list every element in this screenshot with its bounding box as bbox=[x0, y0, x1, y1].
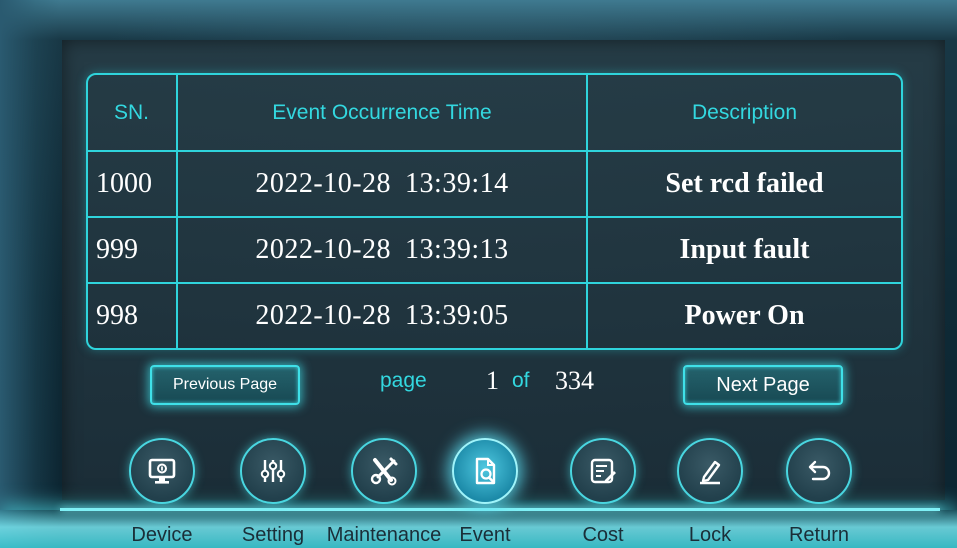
nav-event[interactable]: Event bbox=[445, 438, 525, 548]
cell-description: Set rcd failed bbox=[588, 152, 901, 218]
device-button[interactable] bbox=[129, 438, 195, 504]
return-arrow-icon bbox=[808, 460, 831, 481]
page-of-label: of bbox=[512, 369, 530, 392]
cell-description: Power On bbox=[684, 300, 805, 331]
cell-clock: 13:39:14 bbox=[405, 168, 509, 199]
page-label: page bbox=[380, 369, 427, 392]
table-header-row: SN. Event Occurrence Time Description bbox=[88, 75, 901, 152]
cell-date: 2022-10-28 bbox=[255, 168, 392, 199]
current-page-number: 1 bbox=[486, 366, 499, 395]
total-pages: 334 bbox=[555, 366, 594, 395]
cell-time: 2022-10-28 13:39:13 bbox=[178, 218, 588, 284]
cell-sn: 999 bbox=[88, 218, 178, 284]
sliders-icon bbox=[260, 460, 286, 482]
nav-lock[interactable]: Lock bbox=[670, 438, 750, 548]
document-search-icon bbox=[475, 457, 496, 485]
next-page-button[interactable]: Next Page bbox=[683, 365, 843, 405]
cell-description: Input fault bbox=[588, 218, 901, 284]
cell-clock: 13:39:13 bbox=[405, 234, 509, 265]
setting-button[interactable] bbox=[240, 438, 306, 504]
nav-setting[interactable]: Setting bbox=[233, 438, 313, 548]
return-button[interactable] bbox=[786, 438, 852, 504]
cell-time: 2022-10-28 13:39:05 bbox=[178, 284, 588, 348]
header-event-time: Event Occurrence Time bbox=[178, 75, 588, 152]
monitor-icon bbox=[148, 458, 176, 484]
maintenance-button[interactable] bbox=[351, 438, 417, 504]
nav-cost[interactable]: Cost bbox=[563, 438, 643, 548]
cell-sn: 998 bbox=[88, 284, 178, 348]
cell-time: 2022-10-28 13:39:14 bbox=[178, 152, 588, 218]
event-table: SN. Event Occurrence Time Description 10… bbox=[86, 73, 903, 350]
table-row: 1000 2022-10-28 13:39:14 Set rcd failed bbox=[88, 152, 901, 218]
frame-top-edge bbox=[0, 0, 957, 40]
tools-icon bbox=[370, 457, 398, 486]
header-description: Description bbox=[588, 75, 901, 152]
cost-button[interactable] bbox=[570, 438, 636, 504]
nav-return[interactable]: Return bbox=[779, 438, 859, 548]
cell-sn: 1000 bbox=[88, 152, 178, 218]
header-sn: SN. bbox=[88, 75, 178, 152]
cell-date: 2022-10-28 bbox=[255, 234, 392, 265]
table-row: 998 2022-10-28 13:39:05 Power On bbox=[88, 284, 901, 348]
nav-device[interactable]: Device bbox=[122, 438, 202, 548]
list-edit-icon bbox=[590, 458, 616, 484]
pen-icon bbox=[700, 460, 721, 485]
frame-left-edge bbox=[0, 0, 60, 548]
cell-clock: 13:39:05 bbox=[405, 300, 509, 331]
table-row: 999 2022-10-28 13:39:13 Input fault bbox=[88, 218, 901, 284]
lock-button[interactable] bbox=[677, 438, 743, 504]
nav-maintenance[interactable]: Maintenance bbox=[327, 438, 441, 548]
cell-date: 2022-10-28 bbox=[255, 300, 392, 331]
event-button[interactable] bbox=[452, 438, 518, 504]
nav-label: Return bbox=[788, 524, 850, 546]
previous-page-button[interactable]: Previous Page bbox=[150, 365, 300, 405]
